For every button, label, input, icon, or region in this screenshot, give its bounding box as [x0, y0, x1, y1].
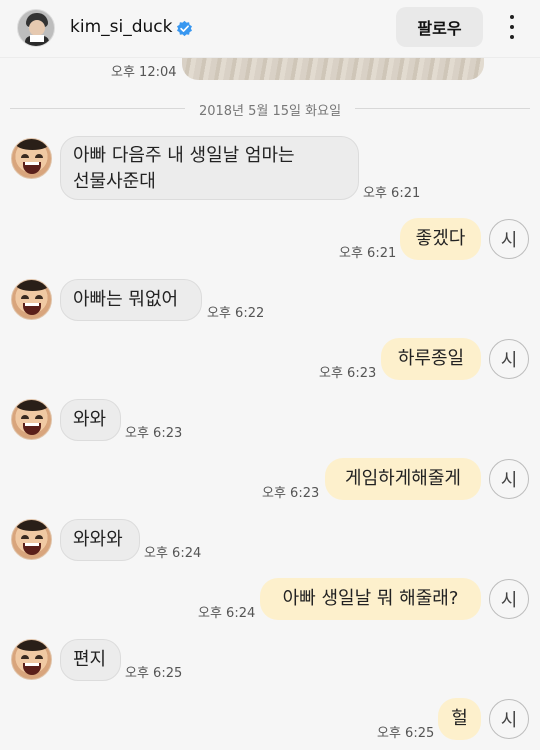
outgoing-message-bubble[interactable]: 좋겠다	[400, 218, 481, 260]
seen-indicator: 시	[489, 219, 529, 259]
incoming-message-bubble[interactable]: 와와와	[60, 519, 140, 561]
message-text-line: 아빠 다음주 내 생일날 엄마는	[73, 145, 295, 166]
incoming-message-bubble[interactable]: 편지	[60, 639, 121, 681]
incoming-message-bubble[interactable]: 아빠 다음주 내 생일날 엄마는 선물사준대	[60, 136, 359, 200]
message-time: 오후 12:04	[111, 65, 177, 80]
message-time: 오후 6:24	[198, 606, 256, 621]
incoming-message-bubble[interactable]: 아빠는 뭐없어	[60, 279, 202, 321]
username[interactable]: kim_si_duck	[70, 17, 172, 37]
seen-indicator: 시	[489, 339, 529, 379]
seen-indicator: 시	[489, 579, 529, 619]
sender-avatar[interactable]	[11, 519, 52, 560]
message-time: 오후 6:21	[339, 246, 397, 261]
sender-avatar[interactable]	[11, 399, 52, 440]
outgoing-message-bubble[interactable]: 게임하게해줄게	[325, 458, 481, 500]
profile-avatar[interactable]	[17, 9, 55, 47]
outgoing-message-bubble[interactable]: 헐	[438, 698, 481, 740]
message-text-line: 선물사준대	[73, 171, 156, 192]
message-time: 오후 6:25	[377, 726, 435, 741]
date-label: 2018년 5월 15일 화요일	[198, 104, 342, 119]
seen-indicator: 시	[489, 459, 529, 499]
outgoing-message-bubble[interactable]: 하루종일	[381, 338, 481, 380]
chat-header: kim_si_duck 팔로우	[0, 0, 540, 58]
message-time: 오후 6:23	[319, 366, 377, 381]
message-time: 오후 6:25	[125, 666, 183, 681]
message-time: 오후 6:24	[144, 546, 202, 561]
outgoing-message-bubble[interactable]: 아빠 생일날 뭐 해줄래?	[260, 578, 481, 620]
incoming-message-bubble[interactable]: 와와	[60, 399, 121, 441]
sender-avatar[interactable]	[11, 639, 52, 680]
message-time: 오후 6:23	[262, 486, 320, 501]
message-time: 오후 6:21	[363, 186, 421, 201]
follow-button[interactable]: 팔로우	[396, 7, 483, 47]
seen-indicator: 시	[489, 699, 529, 739]
message-time: 오후 6:22	[207, 306, 265, 321]
date-separator: 2018년 5월 15일 화요일	[10, 100, 530, 119]
verified-badge-icon	[177, 20, 192, 37]
more-options-icon[interactable]	[502, 13, 522, 41]
message-time: 오후 6:23	[125, 426, 183, 441]
sender-avatar[interactable]	[11, 138, 52, 179]
sender-avatar[interactable]	[11, 279, 52, 320]
